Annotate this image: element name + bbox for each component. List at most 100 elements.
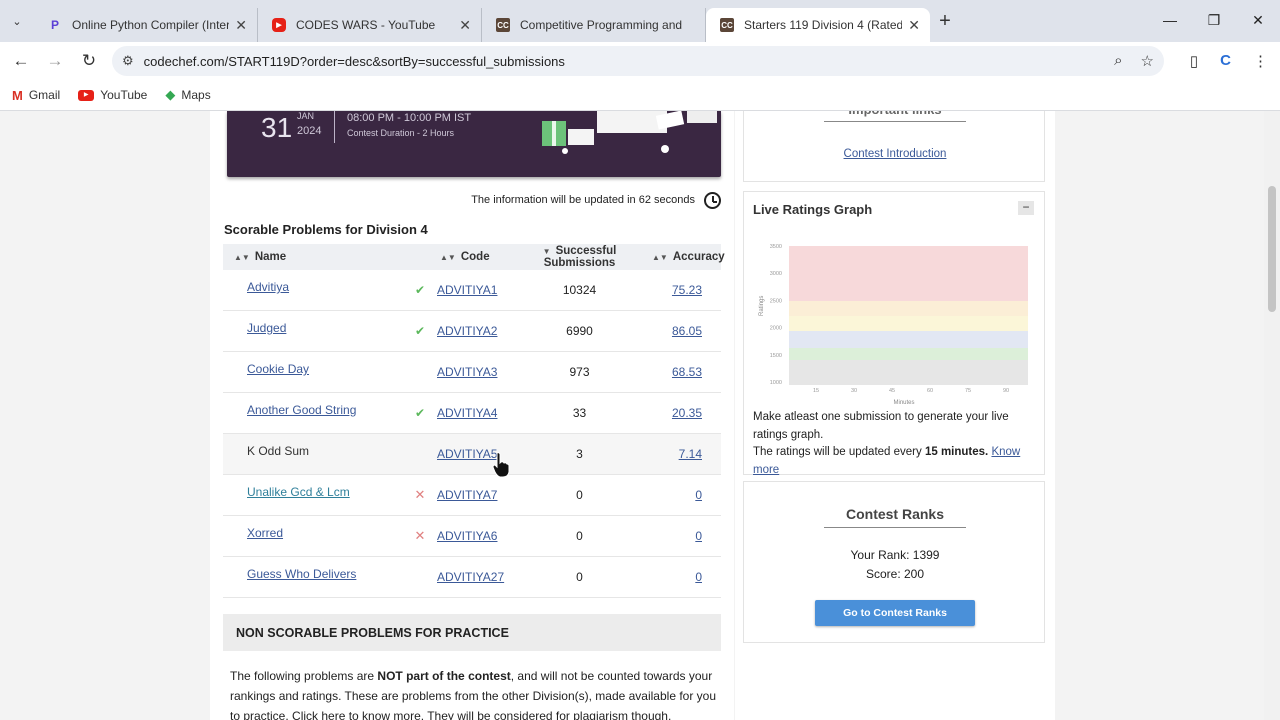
graph-x-tick: 30 — [851, 388, 857, 394]
para-bold: NOT part of the contest — [377, 669, 511, 683]
problem-code-link[interactable]: ADVITIYA5 — [437, 447, 497, 461]
scorable-title: Scorable Problems for Division 4 — [224, 222, 428, 237]
browser-tab[interactable]: ▶ CODES WARS - YouTube ✕ — [258, 8, 482, 42]
browser-tab[interactable]: CC Competitive Programming and — [482, 8, 706, 42]
submissions-count: 3 — [576, 447, 583, 461]
graph-y-tick: 3500 — [770, 244, 782, 250]
live-ratings-box: Live Ratings Graph − 3500 3000 2500 2000 150… — [743, 191, 1045, 476]
restore-icon[interactable]: ❐ — [1192, 0, 1236, 42]
browser-tab-active[interactable]: CC Starters 119 Division 4 (Rated) C ✕ — [706, 8, 930, 42]
bookmark-label: YouTube — [100, 88, 148, 102]
problem-name-link[interactable]: Cookie Day — [247, 362, 309, 376]
table-row: Advitiya ✔ ADVITIYA1 10324 75.23 — [223, 270, 721, 311]
bookmark-star-icon[interactable]: ☆ — [1141, 52, 1154, 70]
graph-x-tick: 90 — [1003, 388, 1009, 394]
your-score: Score: 200 — [865, 567, 925, 581]
col-acc-header[interactable]: ▲▼ Accuracy — [652, 251, 725, 263]
forward-icon[interactable]: → — [38, 51, 72, 71]
problem-code-link[interactable]: ADVITIYA1 — [437, 283, 497, 297]
problem-code-link[interactable]: ADVITIYA7 — [437, 488, 497, 502]
accuracy-link[interactable]: 20.35 — [672, 406, 702, 420]
problem-code-link[interactable]: ADVITIYA6 — [437, 529, 497, 543]
problem-code-link[interactable]: ADVITIYA3 — [437, 365, 497, 379]
problems-table: ▲▼ Name ▲▼ Code ▼ Successful Submissions ▲▼… — [223, 244, 725, 598]
close-icon[interactable]: ✕ — [235, 17, 247, 34]
problem-code-link[interactable]: ADVITIYA4 — [437, 406, 497, 420]
mouse-cursor-icon — [492, 452, 510, 478]
site-info-icon[interactable]: ⚙ — [122, 53, 134, 69]
url-bar[interactable]: ⚙ codechef.com/START119D?order=desc&sort… — [112, 46, 1164, 76]
submissions-count: 0 — [576, 570, 583, 584]
window-close-icon[interactable]: ✕ — [1236, 0, 1280, 42]
close-icon[interactable]: ✕ — [459, 17, 471, 34]
problem-name-link[interactable]: Unalike Gcd & Lcm — [247, 485, 350, 499]
update-notice-text: The information will be updated in 62 se… — [471, 194, 695, 206]
col-code-header[interactable]: ▲▼ Code — [427, 251, 507, 263]
minimize-icon[interactable]: — — [1148, 0, 1192, 42]
col-label: Code — [460, 251, 490, 263]
tab-title: Online Python Compiler (Interp — [72, 18, 230, 32]
problem-code-link[interactable]: ADVITIYA27 — [437, 570, 504, 584]
reload-icon[interactable]: ↻ — [72, 51, 106, 71]
check-icon: ✔ — [414, 283, 426, 297]
problem-name-link[interactable]: Judged — [247, 321, 286, 335]
bookmark-label: Gmail — [28, 88, 61, 102]
submissions-count: 33 — [572, 406, 587, 420]
browser-tab[interactable]: P Online Python Compiler (Interp ✕ — [34, 8, 258, 42]
accuracy-link[interactable]: 0 — [695, 488, 702, 502]
gmail-icon: M — [12, 87, 23, 103]
col-name-header[interactable]: ▲▼ Name — [223, 251, 413, 263]
problem-name-link[interactable]: K Odd Sum — [247, 444, 309, 458]
accuracy-link[interactable]: 7.14 — [679, 447, 702, 461]
submissions-count: 6990 — [566, 324, 593, 338]
problem-name-link[interactable]: Xorred — [247, 526, 283, 540]
accuracy-link[interactable]: 0 — [695, 529, 702, 543]
banner-divider — [334, 111, 335, 143]
accuracy-link[interactable]: 86.05 — [672, 324, 702, 338]
col-subs-header[interactable]: ▼ Successful Submissions — [507, 245, 652, 269]
tab-title: Competitive Programming and — [520, 18, 683, 32]
bookmark-maps[interactable]: ◆ Maps — [165, 87, 210, 103]
update-bold: 15 minutes. — [924, 446, 989, 458]
sidebar-column: Important links Contest Introduction Liv… — [735, 111, 1055, 720]
scrollbar-thumb[interactable] — [1268, 186, 1276, 312]
tab-search-icon[interactable]: ⌄ — [0, 6, 34, 36]
back-icon[interactable]: ← — [4, 51, 38, 71]
ratings-graph: 3500 3000 2500 2000 1500 1000 15 30 45 60 75 90 Ra… — [759, 244, 1028, 406]
contest-banner: 31 JAN 2024 08:00 PM - 10:00 PM IST Cont… — [227, 111, 721, 177]
tab-title: CODES WARS - YouTube — [296, 18, 436, 32]
maps-icon: ◆ — [165, 87, 176, 102]
problem-code-link[interactable]: ADVITIYA2 — [437, 324, 497, 338]
new-tab-button[interactable]: + — [930, 10, 960, 33]
tab-title: Starters 119 Division 4 (Rated) C — [744, 18, 903, 32]
graph-y-tick: 2500 — [770, 298, 782, 304]
extension-icon[interactable]: C — [1220, 52, 1231, 70]
update-prefix: The ratings will be updated every — [753, 446, 925, 458]
sidepanel-icon[interactable]: ▯ — [1190, 52, 1198, 70]
problem-name-link[interactable]: Another Good String — [247, 403, 356, 417]
window-controls: — ❐ ✕ — [1148, 0, 1280, 42]
update-notice: The information will be updated in 62 se… — [227, 192, 721, 209]
problem-name-link[interactable]: Guess Who Delivers — [247, 567, 356, 581]
contest-ranks-title: Contest Ranks — [824, 506, 966, 528]
bookmark-gmail[interactable]: M Gmail — [12, 88, 60, 103]
url-text[interactable]: codechef.com/START119D?order=desc&sortBy… — [144, 54, 565, 69]
accuracy-link[interactable]: 0 — [695, 570, 702, 584]
collapse-button[interactable]: − — [1018, 201, 1034, 215]
col-label: Name — [254, 251, 287, 263]
close-icon[interactable]: ✕ — [908, 17, 920, 34]
cross-icon: ✕ — [414, 528, 426, 543]
menu-icon[interactable]: ⋮ — [1253, 52, 1268, 70]
accuracy-link[interactable]: 68.53 — [672, 365, 702, 379]
col-label: Accuracy — [672, 251, 725, 263]
accuracy-link[interactable]: 75.23 — [672, 283, 702, 297]
graph-x-tick: 75 — [965, 388, 971, 394]
bookmark-youtube[interactable]: ▶ YouTube — [78, 88, 147, 102]
bookmark-label: Maps — [181, 88, 211, 102]
go-to-contest-ranks-button[interactable]: Go to Contest Ranks — [815, 600, 975, 626]
table-row: Unalike Gcd & Lcm ✕ ADVITIYA7 0 0 — [223, 475, 721, 516]
page-scrollbar[interactable] — [1264, 111, 1280, 720]
zoom-search-icon[interactable]: ⌕ — [1114, 52, 1122, 70]
problem-name-link[interactable]: Advitiya — [247, 280, 289, 294]
contest-introduction-link[interactable]: Contest Introduction — [744, 148, 1046, 160]
